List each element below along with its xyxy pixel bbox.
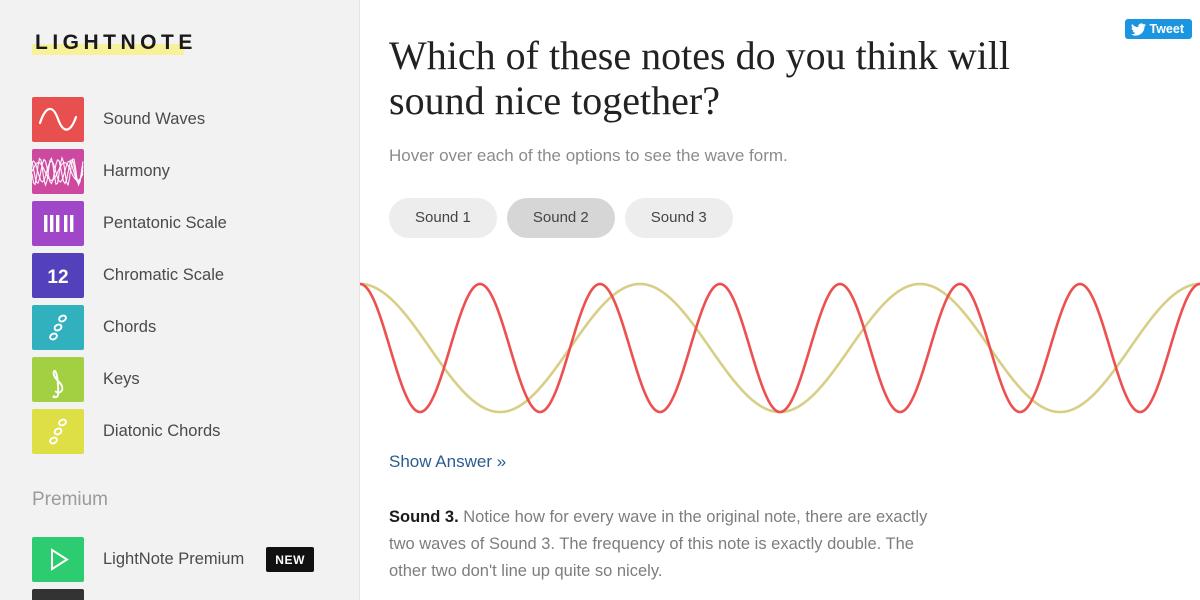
treble-clef-icon	[32, 356, 84, 402]
sidebar-item-label: Pentatonic Scale	[103, 213, 227, 232]
multi-wave-icon	[32, 155, 84, 187]
main-content: Tweet Which of these notes do you think …	[360, 0, 1200, 600]
sidebar-item-keys[interactable]: Keys	[0, 353, 359, 405]
tweet-button-label: Tweet	[1149, 22, 1185, 36]
answer-lead: Sound 3.	[389, 508, 459, 526]
show-answer-link[interactable]: Show Answer »	[389, 452, 506, 472]
page-root: LIGHTNOTE Sound Waves Harmony Pentatonic …	[0, 0, 1200, 600]
logo[interactable]: LIGHTNOTE	[32, 30, 201, 55]
sidebar-item-label: Harmony	[103, 161, 170, 180]
triple-note-icon	[49, 314, 67, 340]
play-triangle-icon	[32, 536, 84, 582]
sine-wave-icon	[32, 96, 84, 142]
twelve-number-icon: 12	[47, 267, 68, 288]
waveform-svg	[360, 282, 1200, 414]
sidebar-item-pentatonic-scale[interactable]: Pentatonic Scale	[0, 197, 359, 249]
answer-body: Notice how for every wave in the origina…	[389, 508, 928, 580]
triple-note-icon	[32, 304, 84, 350]
tweet-button[interactable]: Tweet	[1124, 19, 1192, 39]
premium-item-label: LightNote Premium	[103, 549, 245, 568]
multi-wave-icon	[32, 148, 84, 194]
page-title: Which of these notes do you think will s…	[389, 33, 1011, 123]
premium-item-lightnote-premium[interactable]: LightNote Premium NEW	[0, 533, 359, 585]
sidebar-item-label: Chords	[103, 317, 157, 336]
sidebar-item-label: Chromatic Scale	[103, 265, 225, 284]
sidebar-item-sound-waves[interactable]: Sound Waves	[0, 93, 359, 145]
premium-list: LightNote Premium NEW	[0, 533, 359, 600]
treble-clef-icon	[52, 369, 64, 398]
pencil-icon	[32, 588, 84, 600]
sound-option-sound-2[interactable]: Sound 2	[506, 198, 615, 238]
svg-text:12: 12	[47, 267, 68, 288]
sidebar-item-label: Sound Waves	[103, 109, 206, 128]
new-badge: NEW	[266, 546, 315, 572]
triple-note-icon	[32, 408, 84, 454]
sidebar-nav: Sound Waves Harmony Pentatonic Scale 12 Chr…	[0, 93, 359, 457]
sidebar: LIGHTNOTE Sound Waves Harmony Pentatonic …	[0, 0, 360, 600]
wave-line-sound-2-wave	[360, 282, 1200, 414]
pencil-icon	[32, 589, 84, 600]
sidebar-item-label: Keys	[103, 369, 140, 388]
piano-keys-icon	[32, 200, 84, 246]
sine-wave-icon	[38, 107, 78, 131]
sidebar-item-chromatic-scale[interactable]: 12 Chromatic Scale	[0, 249, 359, 301]
sidebar-item-chords[interactable]: Chords	[0, 301, 359, 353]
play-triangle-icon	[51, 547, 69, 571]
sidebar-item-diatonic-chords[interactable]: Diatonic Chords	[0, 405, 359, 457]
sound-options: Sound 1 Sound 2 Sound 3	[389, 198, 733, 238]
piano-keys-icon	[44, 214, 74, 232]
twitter-bird-icon	[1130, 22, 1146, 36]
answer-text: Sound 3. Notice how for every wave in th…	[389, 504, 937, 585]
sidebar-item-label: Diatonic Chords	[103, 421, 221, 440]
wave-line-original-note-wave	[360, 282, 1200, 414]
sidebar-item-harmony[interactable]: Harmony	[0, 145, 359, 197]
waveform-chart	[360, 250, 1200, 440]
twelve-number-icon: 12	[32, 252, 84, 298]
sound-option-sound-3[interactable]: Sound 3	[624, 198, 733, 238]
triple-note-icon	[49, 418, 67, 444]
logo-text: LIGHTNOTE	[35, 31, 197, 54]
premium-heading: Premium	[32, 489, 109, 510]
sound-option-sound-1[interactable]: Sound 1	[389, 198, 497, 238]
page-subtitle: Hover over each of the options to see th…	[389, 146, 788, 165]
premium-item[interactable]	[0, 585, 359, 600]
